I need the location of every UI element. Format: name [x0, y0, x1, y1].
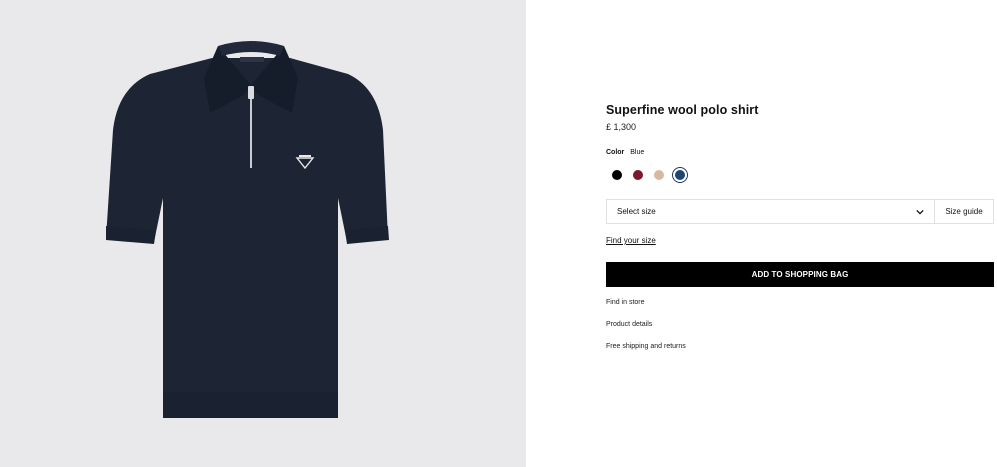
- zipper-pull: [248, 86, 254, 99]
- product-details-panel: Superfine wool polo shirt £ 1,300 Color …: [606, 0, 994, 467]
- product-title: Superfine wool polo shirt: [606, 103, 759, 117]
- swatch-beige-dot: [654, 170, 664, 180]
- swatch-burgundy[interactable]: [630, 167, 646, 183]
- product-price: £ 1,300: [606, 122, 637, 132]
- color-selector-label: Color Blue: [606, 149, 644, 156]
- neck-label: [240, 57, 264, 62]
- free-shipping-link[interactable]: Free shipping and returns: [606, 343, 686, 350]
- swatch-black-dot: [612, 170, 622, 180]
- swatch-blue-dot: [675, 170, 685, 180]
- product-details-link[interactable]: Product details: [606, 321, 652, 328]
- add-to-shopping-bag-button[interactable]: ADD TO SHOPPING BAG: [606, 262, 994, 287]
- size-guide-button[interactable]: Size guide: [935, 200, 993, 223]
- color-swatches: [609, 167, 693, 183]
- selected-color: Blue: [630, 149, 645, 156]
- product-image[interactable]: [0, 0, 526, 467]
- size-select[interactable]: Select size: [607, 200, 935, 223]
- hem-band: [163, 392, 338, 418]
- chevron-down-icon: [916, 209, 924, 215]
- size-row: Select size Size guide: [606, 199, 994, 224]
- logo-bar: [299, 155, 311, 157]
- swatch-burgundy-dot: [633, 170, 643, 180]
- swatch-blue[interactable]: [672, 167, 688, 183]
- swatch-black[interactable]: [609, 167, 625, 183]
- collar-band: [218, 41, 284, 56]
- product-image-panel: [0, 0, 526, 467]
- size-select-label: Select size: [617, 207, 656, 216]
- swatch-beige[interactable]: [651, 167, 667, 183]
- find-in-store-link[interactable]: Find in store: [606, 299, 645, 306]
- color-label: Color: [606, 149, 625, 156]
- find-your-size-link[interactable]: Find your size: [606, 236, 656, 245]
